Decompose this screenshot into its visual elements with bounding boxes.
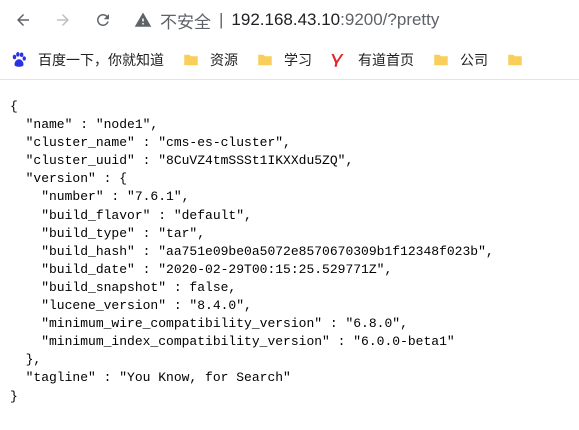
arrow-right-icon (57, 14, 69, 26)
arrow-left-icon (17, 14, 29, 26)
bookmark-youdao[interactable]: 有道首页 (330, 50, 414, 70)
json-line: "version" : { (10, 171, 128, 187)
bookmark-folder-overflow[interactable] (506, 51, 534, 69)
json-line: "minimum_index_compatibility_version" : … (10, 334, 455, 350)
back-button[interactable] (8, 5, 38, 35)
bookmark-label: 百度一下，你就知道 (38, 51, 164, 68)
json-line: "minimum_wire_compatibility_version" : "… (10, 316, 408, 332)
json-line: "build_type" : "tar", (10, 225, 206, 241)
bookmark-label: 资源 (210, 51, 238, 68)
folder-icon (184, 54, 198, 65)
json-line: "lucene_version" : "8.4.0", (10, 298, 252, 314)
json-line: "build_snapshot" : false, (10, 279, 237, 295)
json-line: "build_flavor" : "default", (10, 207, 252, 223)
json-line: "cluster_name" : "cms-es-cluster", (10, 135, 291, 151)
json-line: "cluster_uuid" : "8CuVZ4tmSSSt1IKXXdu5ZQ… (10, 153, 354, 169)
bookmark-folder-resources[interactable]: 资源 (182, 50, 238, 70)
json-line: "name" : "node1", (10, 117, 159, 133)
bookmark-label: 学习 (284, 51, 312, 68)
reload-icon (96, 13, 109, 26)
warning-triangle-icon[interactable] (134, 11, 152, 29)
address-bar[interactable]: 不安全 | 192.168.43.10:9200/?pretty (134, 4, 571, 36)
security-label[interactable]: 不安全 (160, 8, 211, 33)
bookmark-label: 有道首页 (358, 51, 414, 68)
bookmark-folder-company[interactable]: 公司 (432, 50, 488, 70)
folder-icon (434, 54, 448, 65)
bookmark-folder-study[interactable]: 学习 (256, 50, 312, 70)
json-line: "tagline" : "You Know, for Search" (10, 370, 291, 386)
forward-button[interactable] (48, 5, 78, 35)
bookmarks-bar: 百度一下，你就知道 资源 学习 有道首页 公司 (0, 40, 579, 80)
json-line: "number" : "7.6.1", (10, 189, 190, 205)
json-line: "build_hash" : "aa751e09be0a5072e8570670… (10, 243, 494, 259)
json-line: "build_date" : "2020-02-29T00:15:25.5297… (10, 261, 393, 277)
json-line: } (10, 388, 18, 404)
address-divider: | (219, 10, 224, 29)
youdao-logo-icon (331, 53, 344, 67)
folder-icon (258, 54, 272, 65)
json-response-body: { "name" : "node1", "cluster_name" : "cm… (0, 80, 579, 406)
browser-toolbar: 不安全 | 192.168.43.10:9200/?pretty (0, 0, 579, 40)
json-line: { (10, 99, 18, 114)
folder-icon (508, 54, 522, 65)
baidu-paw-icon (12, 51, 26, 67)
url-host[interactable]: 192.168.43.10 (231, 10, 340, 30)
bookmark-label: 公司 (460, 51, 488, 68)
bookmark-baidu[interactable]: 百度一下，你就知道 (10, 50, 164, 70)
reload-button[interactable] (88, 5, 118, 35)
json-line: }, (10, 352, 42, 368)
url-path[interactable]: :9200/?pretty (340, 10, 439, 30)
